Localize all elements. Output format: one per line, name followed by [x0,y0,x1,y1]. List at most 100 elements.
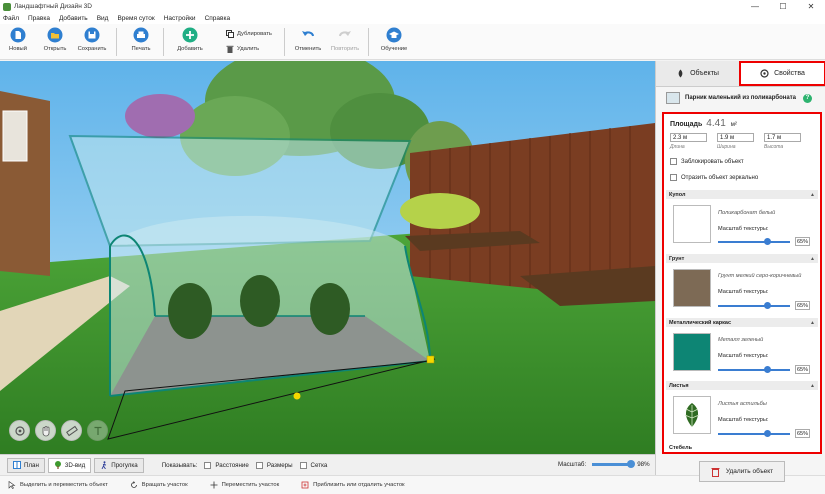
lock-object-checkbox[interactable]: Заблокировать объект [670,158,744,165]
pan-tool-button[interactable] [35,420,56,441]
frame-scale-label: Масштаб текстуры: [718,353,769,359]
undo-button[interactable]: Отменить [290,27,326,52]
maximize-button[interactable]: ☐ [769,0,797,13]
soil-scale-label: Масштаб текстуры: [718,289,769,295]
menu-edit[interactable]: Правка [28,15,50,22]
chevron-up-icon: ▲ [810,191,815,198]
section-leaves[interactable]: Листья ▲ [666,381,818,390]
open-button[interactable]: Открыть [37,27,73,52]
area-label: Площадь [670,121,703,128]
chevron-up-icon: ▲ [810,382,815,389]
add-button[interactable]: Добавить [172,27,208,52]
scale-slider[interactable] [592,460,636,468]
dome-scale-handle[interactable] [764,238,771,245]
tab-3d-view[interactable]: 3D-вид [47,457,92,473]
minimize-button[interactable]: — [741,0,769,13]
section-dome[interactable]: Купол ▲ [666,190,818,199]
ruler-icon [65,425,78,436]
chevron-up-icon: ▲ [810,255,815,262]
dome-scale-value[interactable]: 65% [795,237,810,246]
mirror-object-checkbox[interactable]: Отразить объект зеркально [670,174,758,181]
orbit-icon [14,425,25,436]
app-logo-icon [3,2,11,11]
zoom-icon [301,481,309,489]
soil-material-swatch[interactable] [673,269,711,307]
length-input[interactable]: 2.3 м [670,133,707,142]
tab-walk[interactable]: Прогулка [94,457,144,473]
tab-objects[interactable]: Объекты [656,61,739,86]
dome-material-swatch[interactable] [673,205,711,243]
object-thumbnail [666,92,680,104]
move-icon [210,481,218,489]
tab-properties[interactable]: Свойства [739,61,825,86]
menu-add[interactable]: Добавить [59,15,88,22]
orbit-tool-button[interactable] [9,420,30,441]
section-metal-frame[interactable]: Металлический каркас ▲ [666,318,818,327]
leaves-scale-label: Масштаб текстуры: [718,417,769,423]
area-unit: м² [730,122,737,128]
new-button[interactable]: Новый [0,27,36,52]
delete-object-button[interactable]: Удалить объект [699,461,785,482]
menu-view[interactable]: Вид [97,15,109,22]
redo-button[interactable]: Повторить [327,27,363,52]
leaves-scale-slider[interactable] [718,430,790,437]
menu-bar: Файл Правка Добавить Вид Время суток Нас… [0,13,825,24]
menu-help[interactable]: Справка [205,15,231,22]
plan-icon [13,461,21,469]
trash-icon [711,467,720,477]
help-icon[interactable]: ? [803,93,812,103]
cursor-icon [8,481,16,489]
width-input[interactable]: 1.9 м [717,133,754,142]
soil-scale-value[interactable]: 65% [795,301,810,310]
grid-checkbox[interactable]: Сетка [299,461,327,469]
measure-tool-button[interactable] [61,420,82,441]
duplicate-button[interactable]: Дублировать [226,30,272,38]
toolbar-separator [116,28,117,56]
dome-scale-slider[interactable] [718,238,790,245]
undo-icon [300,27,316,43]
scale-value: 98% [637,461,650,468]
properties-panel: Объекты Свойства Парник маленький из пол… [655,61,825,482]
delete-button[interactable]: Удалить [226,45,259,53]
floppy-disk-icon [84,27,100,43]
dimensions-checkbox[interactable]: Размеры [255,461,293,469]
leaves-material-swatch[interactable] [673,396,711,434]
menu-time-of-day[interactable]: Время суток [117,15,154,22]
distance-checkbox[interactable]: Расстояние [204,461,249,469]
panel-tabs: Объекты Свойства [656,61,825,87]
save-button[interactable]: Сохранить [74,27,110,52]
print-button[interactable]: Печать [123,27,159,52]
menu-settings[interactable]: Настройки [164,15,196,22]
frame-scale-handle[interactable] [764,366,771,373]
hint-rotate: Вращать участок [130,481,188,489]
close-button[interactable]: ✕ [797,0,825,13]
frame-material-swatch[interactable] [673,333,711,371]
section-soil[interactable]: Грунт ▲ [666,254,818,263]
text-icon [94,426,101,435]
rotate-icon [130,481,138,489]
soil-scale-handle[interactable] [764,302,771,309]
section-stem[interactable]: Стебель [666,445,692,451]
length-field: 2.3 м Длина [670,133,707,150]
scale-slider-handle[interactable] [627,460,636,468]
leaves-scale-value[interactable]: 65% [795,429,810,438]
garden-scene [0,61,655,454]
frame-scale-value[interactable]: 65% [795,365,810,374]
hint-select-move: Выделить и переместить объект [8,481,108,489]
leaves-material-name: Листья астильбы [718,401,767,407]
soil-scale-slider[interactable] [718,302,790,309]
dome-scale-label: Масштаб текстуры: [718,226,769,232]
3d-viewport[interactable] [0,61,655,454]
soil-material-name: Грунт мелкий серо-коричневый [718,273,802,279]
leaves-scale-handle[interactable] [764,430,771,437]
height-input[interactable]: 1.7 м [764,133,801,142]
menu-file[interactable]: Файл [3,15,19,22]
objects-icon [676,69,685,78]
frame-scale-slider[interactable] [718,366,790,373]
toolbar-separator [368,28,369,56]
learning-button[interactable]: Обучение [376,27,412,52]
object-name: Парник маленький из поликарбоната [685,95,797,101]
frame-material-name: Металл зеленый [718,337,764,343]
text-tool-button[interactable] [87,420,108,441]
tab-plan[interactable]: План [7,457,45,473]
